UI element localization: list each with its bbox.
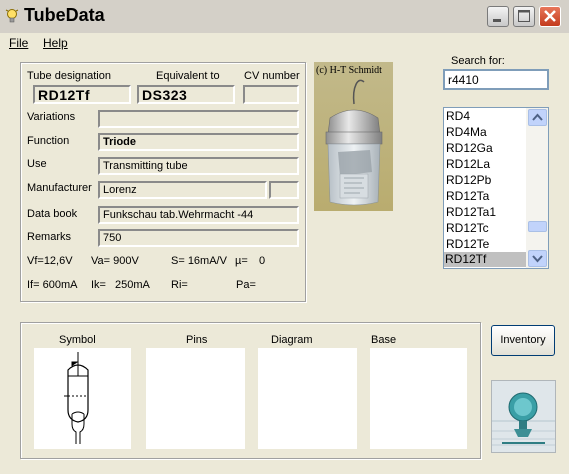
use-field[interactable]: Transmitting tube — [98, 157, 299, 175]
scroll-thumb[interactable] — [528, 221, 547, 232]
minimize-icon — [493, 19, 501, 22]
menu-help[interactable]: Help — [43, 36, 68, 50]
scroll-down-button[interactable] — [528, 250, 547, 267]
manufacturer-field[interactable]: Lorenz — [98, 181, 267, 199]
designation-field[interactable]: RD12Tf — [33, 85, 131, 104]
remarks-field[interactable]: 750 — [98, 229, 299, 247]
vf-value: Vf=12,6V — [27, 255, 73, 267]
list-item[interactable]: RD12La — [446, 157, 490, 171]
scroll-up-icon — [532, 113, 543, 121]
variations-field[interactable] — [98, 110, 299, 128]
list-item[interactable]: RD4 — [446, 109, 470, 123]
list-item[interactable]: RD12Ta1 — [446, 205, 496, 219]
use-label: Use — [27, 158, 47, 170]
photo-credit: (c) H-T Schmidt — [316, 65, 382, 76]
ik-label: Ik= — [91, 279, 106, 291]
app-logo — [491, 380, 556, 453]
close-button[interactable] — [539, 6, 561, 27]
cv-label: CV number — [244, 70, 300, 82]
list-item[interactable]: RD12Te — [446, 237, 489, 251]
function-field[interactable]: Triode — [98, 133, 299, 151]
search-label: Search for: — [451, 55, 505, 67]
diagram-label: Diagram — [271, 334, 313, 346]
variations-label: Variations — [27, 111, 76, 123]
list-item[interactable]: RD12Tc — [446, 221, 489, 235]
if-value: If= 600mA — [27, 279, 78, 291]
close-icon — [544, 10, 556, 22]
ik-value: 250mA — [115, 279, 150, 291]
list-item[interactable]: RD12Ga — [446, 141, 493, 155]
databook-label: Data book — [27, 208, 78, 220]
maximize-icon — [518, 10, 530, 22]
base-box — [370, 348, 467, 449]
remarks-label: Remarks — [27, 231, 72, 243]
pins-label: Pins — [186, 334, 208, 346]
lightbulb-icon — [5, 9, 19, 23]
maximize-button[interactable] — [513, 6, 535, 27]
inventory-button[interactable]: Inventory — [491, 325, 555, 356]
menu-file[interactable]: File — [9, 36, 28, 50]
diagram-box — [258, 348, 357, 449]
search-input[interactable]: r4410 — [443, 69, 549, 90]
list-scrollbar[interactable] — [526, 108, 548, 268]
manufacturer-label: Manufacturer — [27, 182, 92, 194]
symbol-label: Symbol — [59, 334, 96, 346]
pins-box — [146, 348, 245, 449]
mu-label: µ= — [235, 255, 248, 267]
scroll-down-icon — [532, 255, 543, 263]
menu-bar — [0, 33, 569, 53]
list-item[interactable]: RD12Pb — [446, 173, 491, 187]
s-value: S= 16mA/V — [171, 255, 227, 267]
triode-symbol-icon — [64, 352, 89, 444]
scroll-up-button[interactable] — [528, 109, 547, 126]
va-value: Va= 900V — [91, 255, 139, 267]
symbol-box — [34, 348, 131, 449]
function-label: Function — [27, 135, 70, 147]
window-title: TubeData — [24, 5, 105, 25]
tube-photo-illustration — [314, 62, 393, 211]
list-item[interactable]: RD12Ta — [446, 189, 489, 203]
base-label: Base — [371, 334, 397, 346]
databook-field[interactable]: Funkschau tab.Wehrmacht -44 — [98, 206, 299, 224]
pa-label: Pa= — [236, 279, 256, 291]
tube-photo: (c) H-T Schmidt — [314, 62, 393, 211]
equivalent-label: Equivalent to — [156, 70, 220, 82]
equivalent-field[interactable]: DS323 — [137, 85, 235, 104]
cv-number-field[interactable] — [243, 85, 299, 104]
list-item-selected[interactable]: RD12Tf — [444, 252, 528, 267]
tube-logo-icon — [492, 381, 555, 452]
minimize-button[interactable] — [487, 6, 509, 27]
designation-label: Tube designation — [27, 70, 111, 82]
manufacturer-code-field[interactable] — [269, 181, 299, 199]
list-item[interactable]: RD4Ma — [446, 125, 487, 139]
ri-label: Ri= — [171, 279, 188, 291]
mu-value: 0 — [259, 255, 266, 267]
